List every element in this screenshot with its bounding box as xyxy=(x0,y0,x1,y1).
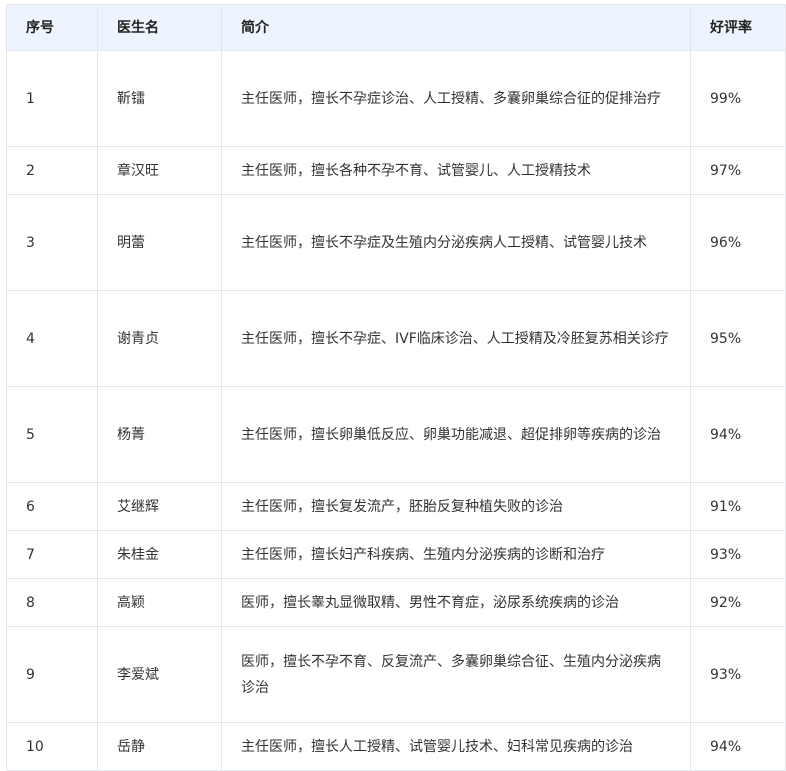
doctor-intro: 主任医师，擅长不孕症及生殖内分泌疾病人工授精、试管婴儿技术 xyxy=(221,194,691,291)
doctor-table-container: 序号 医生名 简介 好评率 1 靳镭 主任医师，擅长不孕症诊治、人工授精、多囊卵… xyxy=(6,4,786,771)
header-doctor-name: 医生名 xyxy=(97,4,222,51)
row-number: 1 xyxy=(6,50,98,147)
table-row: 9 李爱斌 医师，擅长不孕不育、反复流产、多囊卵巢综合征、生殖内分泌疾病诊治 9… xyxy=(6,626,786,723)
rating: 94% xyxy=(690,386,786,483)
table-row: 10 岳静 主任医师，擅长人工授精、试管婴儿技术、妇科常见疾病的诊治 94% xyxy=(6,722,786,771)
table-row: 1 靳镭 主任医师，擅长不孕症诊治、人工授精、多囊卵巢综合征的促排治疗 99% xyxy=(6,50,786,147)
row-number: 10 xyxy=(6,722,98,771)
row-number: 7 xyxy=(6,530,98,579)
table-row: 3 明蕾 主任医师，擅长不孕症及生殖内分泌疾病人工授精、试管婴儿技术 96% xyxy=(6,194,786,291)
header-rating: 好评率 xyxy=(690,4,786,51)
rating: 93% xyxy=(690,626,786,723)
doctor-name: 岳静 xyxy=(97,722,222,771)
row-number: 5 xyxy=(6,386,98,483)
row-number: 6 xyxy=(6,482,98,531)
rating: 95% xyxy=(690,290,786,387)
rating: 96% xyxy=(690,194,786,291)
doctor-name: 章汉旺 xyxy=(97,146,222,195)
doctor-intro: 医师，擅长睾丸显微取精、男性不育症，泌尿系统疾病的诊治 xyxy=(221,578,691,627)
doctor-name: 朱桂金 xyxy=(97,530,222,579)
rating: 92% xyxy=(690,578,786,627)
doctor-name: 靳镭 xyxy=(97,50,222,147)
doctor-name: 明蕾 xyxy=(97,194,222,291)
rating: 93% xyxy=(690,530,786,579)
doctor-name: 李爱斌 xyxy=(97,626,222,723)
doctor-name: 杨菁 xyxy=(97,386,222,483)
doctor-name: 高颖 xyxy=(97,578,222,627)
doctor-table: 序号 医生名 简介 好评率 1 靳镭 主任医师，擅长不孕症诊治、人工授精、多囊卵… xyxy=(6,4,786,771)
header-intro: 简介 xyxy=(221,4,691,51)
doctor-intro: 主任医师，擅长卵巢低反应、卵巢功能减退、超促排卵等疾病的诊治 xyxy=(221,386,691,483)
table-header-row: 序号 医生名 简介 好评率 xyxy=(6,4,786,51)
row-number: 2 xyxy=(6,146,98,195)
row-number: 3 xyxy=(6,194,98,291)
table-row: 4 谢青贞 主任医师，擅长不孕症、IVF临床诊治、人工授精及冷胚复苏相关诊疗 9… xyxy=(6,290,786,387)
table-row: 8 高颖 医师，擅长睾丸显微取精、男性不育症，泌尿系统疾病的诊治 92% xyxy=(6,578,786,627)
header-number: 序号 xyxy=(6,4,98,51)
doctor-intro: 医师，擅长不孕不育、反复流产、多囊卵巢综合征、生殖内分泌疾病诊治 xyxy=(221,626,691,723)
doctor-name: 艾继辉 xyxy=(97,482,222,531)
row-number: 8 xyxy=(6,578,98,627)
rating: 91% xyxy=(690,482,786,531)
rating: 97% xyxy=(690,146,786,195)
table-row: 5 杨菁 主任医师，擅长卵巢低反应、卵巢功能减退、超促排卵等疾病的诊治 94% xyxy=(6,386,786,483)
doctor-intro: 主任医师，擅长各种不孕不育、试管婴儿、人工授精技术 xyxy=(221,146,691,195)
row-number: 4 xyxy=(6,290,98,387)
table-row: 2 章汉旺 主任医师，擅长各种不孕不育、试管婴儿、人工授精技术 97% xyxy=(6,146,786,195)
doctor-name: 谢青贞 xyxy=(97,290,222,387)
table-row: 6 艾继辉 主任医师，擅长复发流产，胚胎反复种植失败的诊治 91% xyxy=(6,482,786,531)
doctor-intro: 主任医师，擅长人工授精、试管婴儿技术、妇科常见疾病的诊治 xyxy=(221,722,691,771)
doctor-intro: 主任医师，擅长复发流产，胚胎反复种植失败的诊治 xyxy=(221,482,691,531)
doctor-intro: 主任医师，擅长妇产科疾病、生殖内分泌疾病的诊断和治疗 xyxy=(221,530,691,579)
doctor-intro: 主任医师，擅长不孕症、IVF临床诊治、人工授精及冷胚复苏相关诊疗 xyxy=(221,290,691,387)
row-number: 9 xyxy=(6,626,98,723)
doctor-intro: 主任医师，擅长不孕症诊治、人工授精、多囊卵巢综合征的促排治疗 xyxy=(221,50,691,147)
rating: 99% xyxy=(690,50,786,147)
table-row: 7 朱桂金 主任医师，擅长妇产科疾病、生殖内分泌疾病的诊断和治疗 93% xyxy=(6,530,786,579)
rating: 94% xyxy=(690,722,786,771)
